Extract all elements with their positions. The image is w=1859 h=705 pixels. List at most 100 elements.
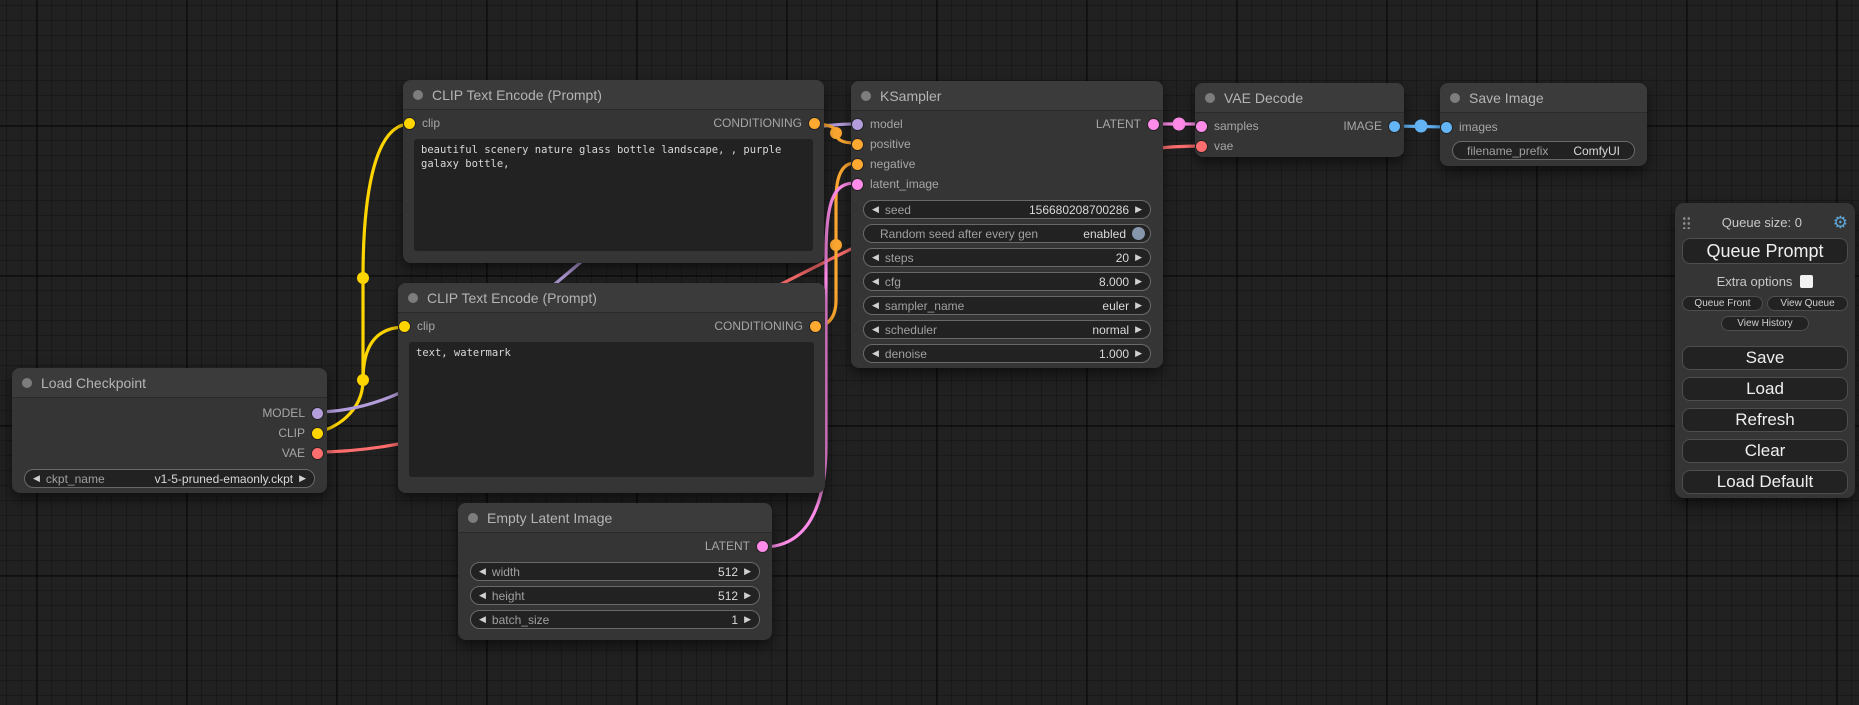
node-title-bar[interactable]: Save Image — [1440, 83, 1647, 113]
widget-cfg[interactable]: cfg 8.000 — [863, 272, 1151, 291]
save-button[interactable]: Save — [1682, 346, 1848, 370]
node-title-bar[interactable]: KSampler — [851, 81, 1163, 111]
prev-value-arrow-icon[interactable] — [872, 253, 879, 262]
output-port-latent[interactable] — [757, 541, 768, 552]
reroute-dot-clip-lower[interactable] — [357, 374, 369, 386]
widget-steps[interactable]: steps 20 — [863, 248, 1151, 267]
widget-value: 512 — [718, 565, 738, 579]
collapse-dot-icon[interactable] — [1450, 93, 1460, 103]
prev-value-arrow-icon[interactable] — [872, 205, 879, 214]
output-port-latent[interactable] — [1148, 119, 1159, 130]
widget-random-seed-toggle[interactable]: Random seed after every gen enabled — [863, 224, 1151, 243]
widget-label: sampler_name — [885, 299, 964, 313]
node-title-bar[interactable]: CLIP Text Encode (Prompt) — [403, 80, 824, 110]
refresh-button[interactable]: Refresh — [1682, 408, 1848, 432]
output-label-model: MODEL — [262, 406, 305, 420]
input-port-samples[interactable] — [1196, 121, 1207, 132]
prev-value-arrow-icon[interactable] — [872, 301, 879, 310]
toggle-icon[interactable] — [1132, 227, 1145, 240]
collapse-dot-icon[interactable] — [22, 378, 32, 388]
node-clip-text-encode-positive[interactable]: CLIP Text Encode (Prompt) clip CONDITION… — [403, 80, 824, 263]
prev-value-arrow-icon[interactable] — [479, 567, 486, 576]
collapse-dot-icon[interactable] — [861, 91, 871, 101]
widget-seed[interactable]: seed 156680208700286 — [863, 200, 1151, 219]
prev-value-arrow-icon[interactable] — [33, 474, 40, 483]
input-port-images[interactable] — [1441, 122, 1452, 133]
reroute-dot-latent[interactable] — [1173, 118, 1186, 131]
prev-value-arrow-icon[interactable] — [479, 591, 486, 600]
next-value-arrow-icon[interactable] — [1135, 301, 1142, 310]
output-port-image[interactable] — [1389, 121, 1400, 132]
prompt-text-input[interactable]: beautiful scenery nature glass bottle la… — [414, 139, 813, 251]
input-port-vae[interactable] — [1196, 141, 1207, 152]
widget-scheduler[interactable]: scheduler normal — [863, 320, 1151, 339]
next-value-arrow-icon[interactable] — [1135, 325, 1142, 334]
widget-filename-prefix[interactable]: filename_prefix ComfyUI — [1452, 141, 1635, 160]
node-graph-canvas[interactable]: Load Checkpoint MODEL CLIP VAE ckpt_name… — [0, 0, 1859, 705]
queue-prompt-button[interactable]: Queue Prompt — [1682, 238, 1848, 264]
view-history-button[interactable]: View History — [1721, 316, 1809, 331]
widget-denoise[interactable]: denoise 1.000 — [863, 344, 1151, 363]
settings-gear-icon[interactable]: ⚙ — [1833, 214, 1848, 231]
next-value-arrow-icon[interactable] — [299, 474, 306, 483]
drag-handle-icon[interactable] — [1682, 216, 1691, 229]
input-label-vae: vae — [1214, 139, 1233, 153]
clear-button[interactable]: Clear — [1682, 439, 1848, 463]
input-label-images: images — [1459, 120, 1498, 134]
node-empty-latent-image[interactable]: Empty Latent Image LATENT width 512 heig… — [458, 503, 772, 640]
reroute-dot-negative[interactable] — [830, 239, 842, 251]
prev-value-arrow-icon[interactable] — [479, 615, 486, 624]
node-ksampler[interactable]: KSampler model positive negative latent_… — [851, 81, 1163, 368]
output-port-model[interactable] — [312, 408, 323, 419]
collapse-dot-icon[interactable] — [468, 513, 478, 523]
node-vae-decode[interactable]: VAE Decode samples IMAGE vae — [1195, 83, 1404, 157]
next-value-arrow-icon[interactable] — [744, 615, 751, 624]
prev-value-arrow-icon[interactable] — [872, 325, 879, 334]
collapse-dot-icon[interactable] — [408, 293, 418, 303]
reroute-dot-positive[interactable] — [830, 127, 842, 139]
output-port-vae[interactable] — [312, 448, 323, 459]
widget-height[interactable]: height 512 — [470, 586, 760, 605]
node-title-bar[interactable]: Empty Latent Image — [458, 503, 772, 533]
prompt-text-input[interactable]: text, watermark — [409, 342, 814, 477]
widget-batch-size[interactable]: batch_size 1 — [470, 610, 760, 629]
next-value-arrow-icon[interactable] — [1135, 277, 1142, 286]
node-title-label: CLIP Text Encode (Prompt) — [427, 290, 597, 306]
widget-ckpt-name[interactable]: ckpt_name v1-5-pruned-emaonly.ckpt — [24, 469, 315, 488]
node-clip-text-encode-negative[interactable]: CLIP Text Encode (Prompt) clip CONDITION… — [398, 283, 825, 493]
next-value-arrow-icon[interactable] — [1135, 349, 1142, 358]
input-port-positive[interactable] — [852, 139, 863, 150]
node-title-bar[interactable]: CLIP Text Encode (Prompt) — [398, 283, 825, 313]
node-load-checkpoint[interactable]: Load Checkpoint MODEL CLIP VAE ckpt_name… — [12, 368, 327, 493]
input-port-negative[interactable] — [852, 159, 863, 170]
prev-value-arrow-icon[interactable] — [872, 277, 879, 286]
next-value-arrow-icon[interactable] — [744, 591, 751, 600]
node-title-bar[interactable]: Load Checkpoint — [12, 368, 327, 398]
widget-width[interactable]: width 512 — [470, 562, 760, 581]
reroute-dot-clip-upper[interactable] — [357, 272, 369, 284]
input-port-model[interactable] — [852, 119, 863, 130]
output-label-latent: LATENT — [705, 539, 750, 553]
collapse-dot-icon[interactable] — [413, 90, 423, 100]
input-port-clip[interactable] — [404, 118, 415, 129]
output-port-conditioning[interactable] — [809, 118, 820, 129]
prev-value-arrow-icon[interactable] — [872, 349, 879, 358]
reroute-dot-image[interactable] — [1415, 120, 1428, 133]
next-value-arrow-icon[interactable] — [1135, 253, 1142, 262]
node-title-bar[interactable]: VAE Decode — [1195, 83, 1404, 113]
input-label-latent-image: latent_image — [870, 177, 939, 191]
queue-front-button[interactable]: Queue Front — [1682, 296, 1763, 311]
widget-sampler-name[interactable]: sampler_name euler — [863, 296, 1151, 315]
input-port-clip[interactable] — [399, 321, 410, 332]
collapse-dot-icon[interactable] — [1205, 93, 1215, 103]
next-value-arrow-icon[interactable] — [1135, 205, 1142, 214]
next-value-arrow-icon[interactable] — [744, 567, 751, 576]
output-port-clip[interactable] — [312, 428, 323, 439]
view-queue-button[interactable]: View Queue — [1767, 296, 1848, 311]
node-save-image[interactable]: Save Image images filename_prefix ComfyU… — [1440, 83, 1647, 166]
input-port-latent-image[interactable] — [852, 179, 863, 190]
output-port-conditioning[interactable] — [810, 321, 821, 332]
extra-options-checkbox[interactable] — [1800, 275, 1813, 288]
load-button[interactable]: Load — [1682, 377, 1848, 401]
load-default-button[interactable]: Load Default — [1682, 470, 1848, 494]
